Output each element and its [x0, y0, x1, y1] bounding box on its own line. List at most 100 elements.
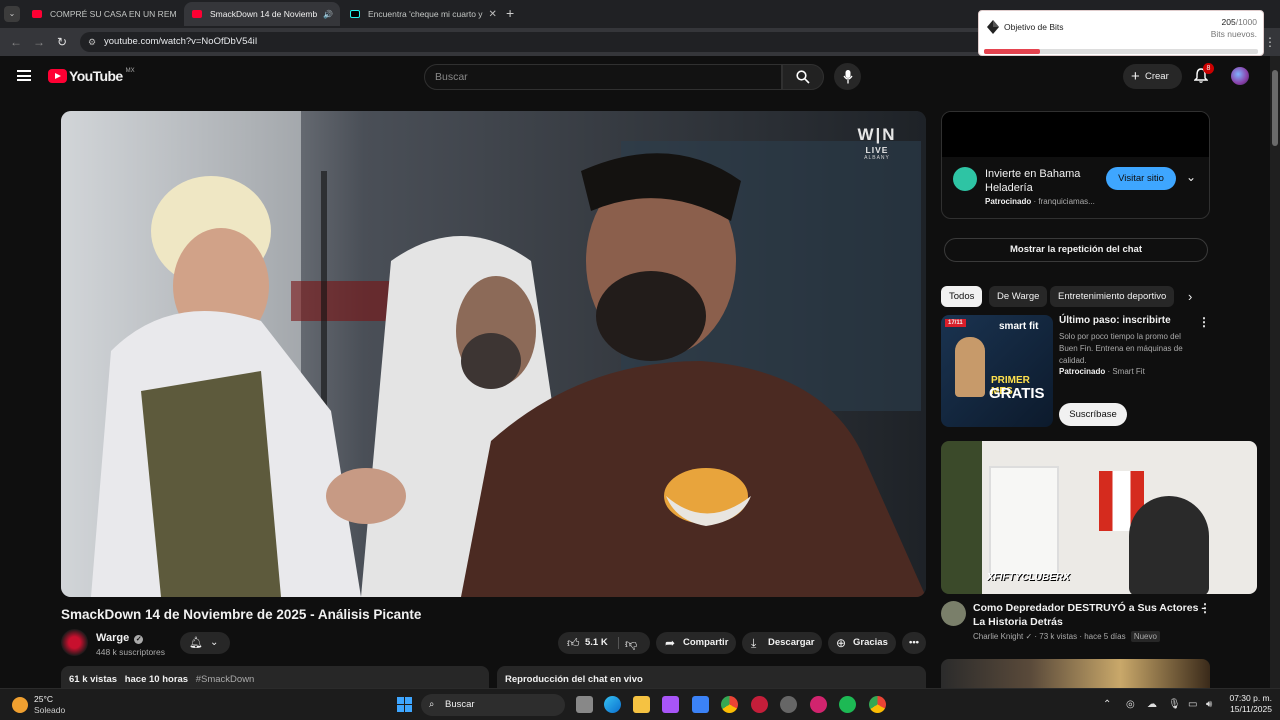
browser-tab[interactable]: COMPRÉ SU CASA EN UN REM ✕	[24, 2, 182, 26]
taskbar-search[interactable]: ⌕ Buscar	[421, 694, 565, 716]
youtube-logo[interactable]: YouTube MX	[48, 68, 135, 84]
browser-tab[interactable]: Encuentra 'cheque mi cuarto y ✕	[342, 2, 498, 26]
thumb-shelf	[989, 466, 1059, 576]
tray-monitor-icon[interactable]: ▭	[1188, 699, 1197, 710]
store-app-icon[interactable]	[692, 696, 709, 713]
dislike-button[interactable]: 👎︎	[620, 632, 650, 654]
avatar[interactable]	[1231, 67, 1249, 85]
download-label: Descargar	[768, 637, 815, 648]
site-info-icon[interactable]: ⚙	[88, 32, 96, 52]
promo-more-icon[interactable]: ⋮	[1198, 315, 1210, 329]
scrollbar-thumb[interactable]	[1272, 70, 1278, 146]
tiktok-favicon-icon	[350, 10, 360, 18]
page-scrollbar[interactable]	[1270, 56, 1280, 688]
notification-subscription-button[interactable]: 🔔︎ ⌄	[180, 632, 230, 654]
weather-temp: 25°C	[34, 694, 53, 704]
edge-icon[interactable]	[604, 696, 621, 713]
video-player[interactable]: W|N LIVE ALBANY	[61, 111, 926, 597]
youtube-favicon-icon	[192, 10, 202, 18]
bits-goal-title: Objetivo de Bits	[1004, 22, 1064, 32]
promo-title[interactable]: Último paso: inscribirte	[1059, 315, 1171, 326]
download-button[interactable]: ⤓ Descargar	[742, 632, 822, 654]
search-input[interactable]: Buscar	[424, 64, 782, 90]
tray-overflow-icon[interactable]: ⌃	[1103, 699, 1111, 710]
photo-app-icon[interactable]	[662, 696, 679, 713]
channel-name[interactable]: Warge ✓	[96, 632, 144, 644]
ad-meta: Patrocinado · franquiciamas...	[985, 197, 1095, 206]
clock-time: 07:30 p. m.	[1229, 693, 1272, 703]
tray-wifi-icon[interactable]: ◎	[1126, 699, 1135, 710]
chrome-icon-2[interactable]	[869, 696, 886, 713]
chip-de-warge[interactable]: De Warge	[989, 286, 1048, 307]
rec-channel-avatar[interactable]	[941, 601, 966, 626]
chip-todos[interactable]: Todos	[941, 286, 983, 307]
share-button[interactable]: ➦ Compartir	[656, 632, 736, 654]
speaker-icon[interactable]: 🔊	[323, 10, 333, 19]
rec-video-title[interactable]: Como Depredador DESTRUYÓ a Sus Actores -…	[973, 601, 1205, 629]
more-horizontal-icon: •••	[909, 637, 919, 648]
app-gray-icon[interactable]	[780, 696, 797, 713]
divider	[618, 637, 619, 649]
create-button[interactable]: + Crear	[1123, 64, 1182, 89]
tray-volume-icon[interactable]: 🔊︎	[1206, 699, 1212, 710]
close-tab-icon[interactable]: ✕	[177, 9, 182, 20]
browser-tab-active[interactable]: SmackDown 14 de Noviemb 🔊 ✕	[184, 2, 340, 26]
close-tab-icon[interactable]: ✕	[483, 9, 497, 20]
tray-mic-icon[interactable]: 🎙︎	[1168, 699, 1181, 710]
browser-menu-icon[interactable]: ⋮	[1264, 35, 1276, 49]
sun-icon	[12, 697, 28, 713]
sidebar-ad-card[interactable]: Invierte en Bahama Heladería Patrocinado…	[941, 111, 1210, 219]
youtube-play-icon	[48, 69, 67, 83]
microphone-icon	[842, 69, 853, 83]
rec-title-line: La Historia Detrás	[973, 616, 1063, 628]
thanks-label: Gracias	[853, 637, 888, 648]
thanks-button[interactable]: ⊕ Gracias	[828, 632, 896, 654]
app-pink-icon[interactable]	[810, 696, 827, 713]
tab-list-chevron-icon[interactable]: ⌄	[4, 6, 20, 22]
promo-thumbnail[interactable]: 17/11 smart fit PRIMER MES GRATIS	[941, 315, 1053, 427]
notifications-button[interactable]: 8	[1193, 63, 1214, 84]
bits-gem-icon	[987, 20, 999, 34]
subscriber-count: 448 k suscriptores	[96, 647, 165, 657]
chevron-down-icon[interactable]: ⌄	[1186, 170, 1196, 184]
recommended-thumbnail[interactable]: XFIFTYCLUBERX	[941, 441, 1257, 594]
chrome-icon[interactable]	[721, 696, 738, 713]
task-view-icon[interactable]	[576, 696, 593, 713]
file-explorer-icon[interactable]	[633, 696, 650, 713]
city-label: ALBANY	[864, 155, 890, 161]
rec-channel-name[interactable]: Charlie Knight	[973, 632, 1023, 641]
ad-title-line: Heladería	[985, 182, 1033, 194]
rec-views: 73 k vistas	[1039, 632, 1078, 641]
voice-search-button[interactable]	[834, 63, 861, 90]
new-tab-button[interactable]: +	[506, 5, 514, 21]
more-actions-button[interactable]: •••	[902, 632, 926, 654]
close-tab-icon[interactable]: ✕	[333, 9, 340, 20]
rec-more-icon[interactable]: ⋮	[1199, 601, 1211, 615]
ad-logo	[953, 167, 977, 191]
forward-icon[interactable]: →	[33, 35, 45, 49]
subscribe-promo-button[interactable]: Suscríbase	[1059, 403, 1127, 426]
chips-next-icon[interactable]: ›	[1188, 289, 1192, 304]
app-red-icon[interactable]	[751, 696, 768, 713]
create-label: Crear	[1145, 71, 1169, 82]
tray-network-icon[interactable]: ☁	[1147, 699, 1157, 710]
spotify-icon[interactable]	[839, 696, 856, 713]
show-chat-replay-button[interactable]: Mostrar la repetición del chat	[944, 238, 1208, 262]
visit-site-button[interactable]: Visitar sitio	[1106, 167, 1176, 190]
download-icon: ⤓	[751, 636, 757, 650]
back-icon[interactable]: ←	[10, 35, 22, 49]
clock[interactable]: 07:30 p. m. 15/11/2025	[1224, 693, 1272, 715]
channel-avatar[interactable]	[61, 629, 88, 656]
hashtag-link[interactable]: #SmackDown	[196, 674, 255, 685]
next-recommendation-thumbnail[interactable]	[941, 659, 1210, 689]
url-text: youtube.com/watch?v=NoOfDbV54iI	[104, 36, 258, 47]
search-button[interactable]	[782, 64, 824, 90]
youtube-header: YouTube MX Buscar + Crear 8	[0, 56, 1270, 96]
hamburger-menu-icon[interactable]	[17, 70, 31, 81]
bits-count: 205/1000	[1221, 17, 1257, 27]
start-button[interactable]	[397, 697, 412, 712]
reload-icon[interactable]: ↻	[57, 35, 67, 49]
like-button[interactable]: 👍︎ 5.1 K	[558, 632, 616, 654]
sponsored-label: Patrocinado	[1059, 367, 1106, 376]
chip-entretenimiento[interactable]: Entretenimiento deportivo	[1050, 286, 1175, 307]
